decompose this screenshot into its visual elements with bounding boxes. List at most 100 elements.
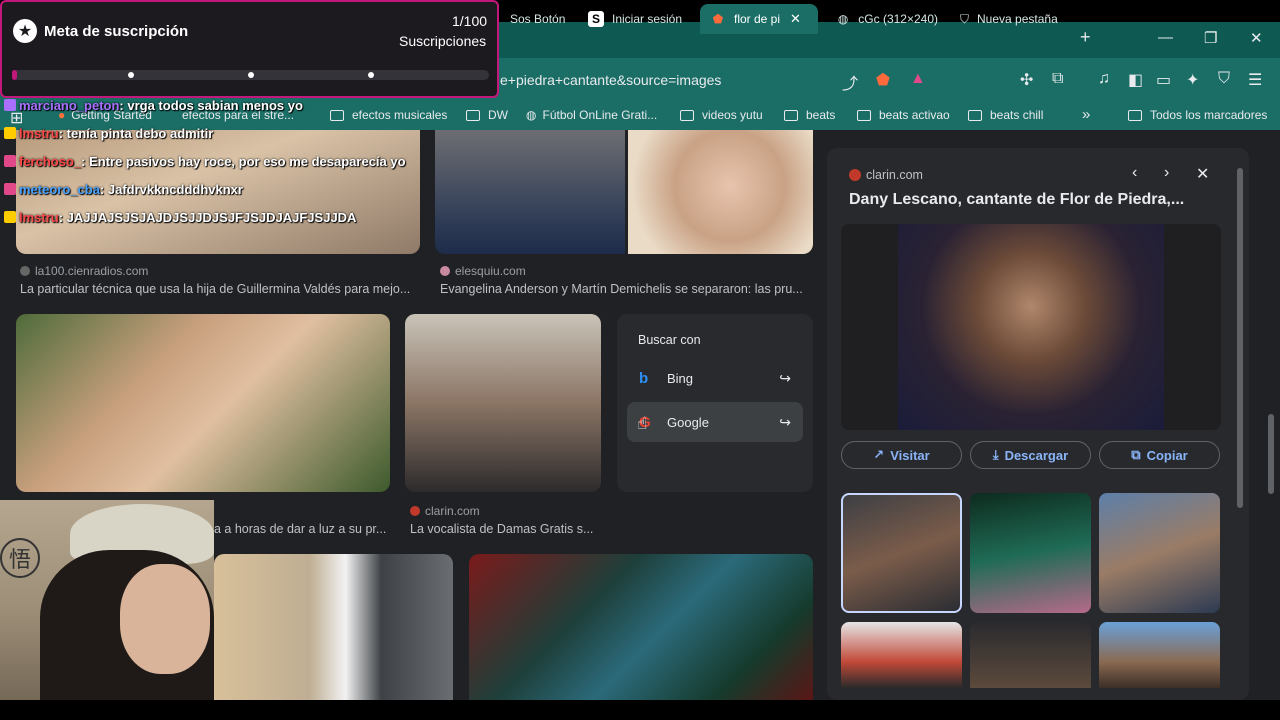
- result-caption-3[interactable]: La vocalista de Damas Gratis s...: [410, 522, 610, 536]
- related-thumb-5[interactable]: [970, 622, 1091, 688]
- chat-message: lmstru: JAJJAJSJSJAJDJSJJDJSJFJSJDJAJFJS…: [4, 210, 356, 225]
- download-button[interactable]: ⤓ Descargar: [970, 441, 1091, 469]
- folder-icon: [784, 109, 798, 121]
- progress-marker: [248, 72, 254, 78]
- globe-icon: ◍: [837, 12, 849, 26]
- related-thumb-1[interactable]: [841, 493, 962, 613]
- result-source-3[interactable]: clarin.com: [410, 504, 480, 518]
- sidebar-icon[interactable]: ◧: [1128, 70, 1143, 90]
- bookmark-beats-activao[interactable]: beats activao: [857, 108, 950, 122]
- result-caption-1[interactable]: La particular técnica que usa la hija de…: [20, 282, 420, 296]
- bookmark-futbol-online[interactable]: ◍ Fútbol OnLine Grati...: [526, 108, 657, 122]
- page-scrollbar[interactable]: [1268, 414, 1274, 494]
- bookmark-label: videos yutu: [702, 108, 763, 122]
- tab-label: flor de pi: [734, 12, 781, 26]
- screenshot-icon[interactable]: ⧉: [1052, 70, 1063, 88]
- brave-shields-icon[interactable]: ⬟: [876, 70, 890, 90]
- copy-icon: ⧉: [1131, 447, 1141, 462]
- result-image-5[interactable]: [214, 554, 453, 700]
- extensions-icon[interactable]: ✣: [1020, 70, 1033, 90]
- chat-username[interactable]: marciano_peton: [19, 98, 119, 113]
- copy-button[interactable]: ⧉ Copiar: [1099, 441, 1220, 469]
- progress-marker: [368, 72, 374, 78]
- goal-progress-fill: [12, 70, 17, 80]
- folder-icon: [968, 109, 982, 121]
- share-arrow-icon[interactable]: ↪: [779, 414, 791, 431]
- tab-label: Sos Botón: [510, 12, 566, 26]
- chat-username[interactable]: ferchoso_: [19, 154, 81, 169]
- share-icon[interactable]: ⤴: [842, 70, 858, 94]
- minimize-button[interactable]: —: [1158, 29, 1173, 46]
- visit-button[interactable]: ↗ Visitar: [841, 441, 962, 469]
- result-source-2[interactable]: elesquiu.com: [440, 264, 526, 278]
- prev-image-icon[interactable]: ‹: [1132, 164, 1137, 182]
- chat-text: : Jafdrvkkncdddhvknxr: [99, 182, 243, 197]
- close-panel-icon[interactable]: ✕: [1196, 164, 1209, 184]
- related-thumb-2[interactable]: [970, 493, 1091, 613]
- folder-icon: [330, 109, 344, 121]
- mouse-cursor-icon: ☝: [637, 414, 648, 433]
- goal-progress-track: [12, 70, 489, 80]
- share-arrow-icon[interactable]: ↪: [779, 370, 791, 387]
- close-tab-icon[interactable]: ✕: [790, 11, 801, 27]
- webcam-overlay: 悟: [0, 500, 214, 720]
- tab-nueva-pestana[interactable]: ⛉ Nueva pestaña: [950, 4, 1066, 34]
- bookmark-videos-yutu[interactable]: videos yutu: [680, 108, 763, 122]
- chat-text: : tenía pinta debo admitir: [58, 126, 214, 141]
- result-image-2a[interactable]: [435, 130, 625, 254]
- kanji-emblem-icon: 悟: [0, 538, 40, 578]
- panel-source[interactable]: clarin.com: [849, 168, 923, 182]
- tab-flor-de-piedra[interactable]: ⬟ flor de pi ✕: [700, 4, 818, 34]
- option-label: Google: [667, 414, 709, 430]
- result-image-3[interactable]: [16, 314, 390, 492]
- result-image-6[interactable]: [469, 554, 813, 700]
- bookmark-dw[interactable]: DW: [466, 108, 508, 122]
- related-thumb-3[interactable]: [1099, 493, 1220, 613]
- result-source-1[interactable]: la100.cienradios.com: [20, 264, 148, 278]
- more-bookmarks-icon[interactable]: »: [1082, 106, 1090, 123]
- search-with-bing[interactable]: b Bing ↪: [627, 360, 803, 396]
- tab-iniciar-sesion[interactable]: S Iniciar sesión: [578, 4, 696, 34]
- tab-cgc[interactable]: ◍ cGc (312×240): [826, 4, 948, 34]
- chat-username[interactable]: meteoro_cba: [19, 182, 100, 197]
- result-caption-4[interactable]: a a horas de dar a luz a su pr...: [214, 522, 394, 536]
- result-image-4[interactable]: [405, 314, 601, 492]
- tab-sos-boton[interactable]: Sos Botón: [500, 4, 578, 34]
- search-with-google[interactable]: G Google ↪: [627, 402, 803, 442]
- result-caption-2[interactable]: Evangelina Anderson y Martín Demichelis …: [440, 282, 815, 296]
- bookmark-beats-chill[interactable]: beats chill: [968, 108, 1043, 122]
- bookmark-all[interactable]: Todos los marcadores: [1128, 108, 1267, 122]
- chat-username[interactable]: lmstru: [19, 210, 59, 225]
- vpn-icon[interactable]: ⛉: [1218, 70, 1230, 88]
- goal-label: Suscripciones: [399, 33, 487, 49]
- leo-ai-icon[interactable]: ✦: [1186, 70, 1199, 90]
- globe-icon: ◍: [526, 108, 537, 122]
- bookmark-label: Fútbol OnLine Grati...: [542, 108, 658, 122]
- address-input[interactable]: e+piedra+cantante&source=images: [500, 72, 721, 88]
- panel-title[interactable]: Dany Lescano, cantante de Flor de Piedra…: [849, 191, 1184, 209]
- new-tab-button[interactable]: +: [1080, 27, 1091, 48]
- media-icon[interactable]: ♫: [1098, 70, 1110, 88]
- download-icon: ⤓: [992, 447, 999, 462]
- wallet-icon[interactable]: ▭: [1156, 70, 1171, 90]
- search-with-menu: Buscar con b Bing ↪ G Google ↪ ☝: [617, 314, 813, 492]
- preview-image[interactable]: [898, 224, 1164, 430]
- brave-rewards-icon[interactable]: ▲: [910, 70, 926, 88]
- folder-icon: [857, 109, 871, 121]
- panel-scrollbar[interactable]: [1237, 168, 1243, 508]
- related-thumb-6[interactable]: [1099, 622, 1220, 688]
- chat-username[interactable]: lmstru: [19, 126, 59, 141]
- restore-button[interactable]: ❐: [1204, 29, 1217, 47]
- next-image-icon[interactable]: ›: [1164, 164, 1169, 182]
- option-label: Bing: [667, 370, 694, 386]
- result-image-2b[interactable]: [628, 130, 813, 254]
- close-window-button[interactable]: ✕: [1250, 29, 1263, 47]
- bing-icon: b: [639, 369, 649, 387]
- bookmark-efectos-musicales[interactable]: efectos musicales: [330, 108, 447, 122]
- bookmark-beats[interactable]: beats: [784, 108, 835, 122]
- source-label: clarin.com: [866, 168, 923, 182]
- tab-label: Iniciar sesión: [612, 12, 683, 26]
- menu-icon[interactable]: ☰: [1248, 70, 1262, 90]
- related-thumb-4[interactable]: [841, 622, 962, 688]
- button-label: Descargar: [1004, 447, 1069, 463]
